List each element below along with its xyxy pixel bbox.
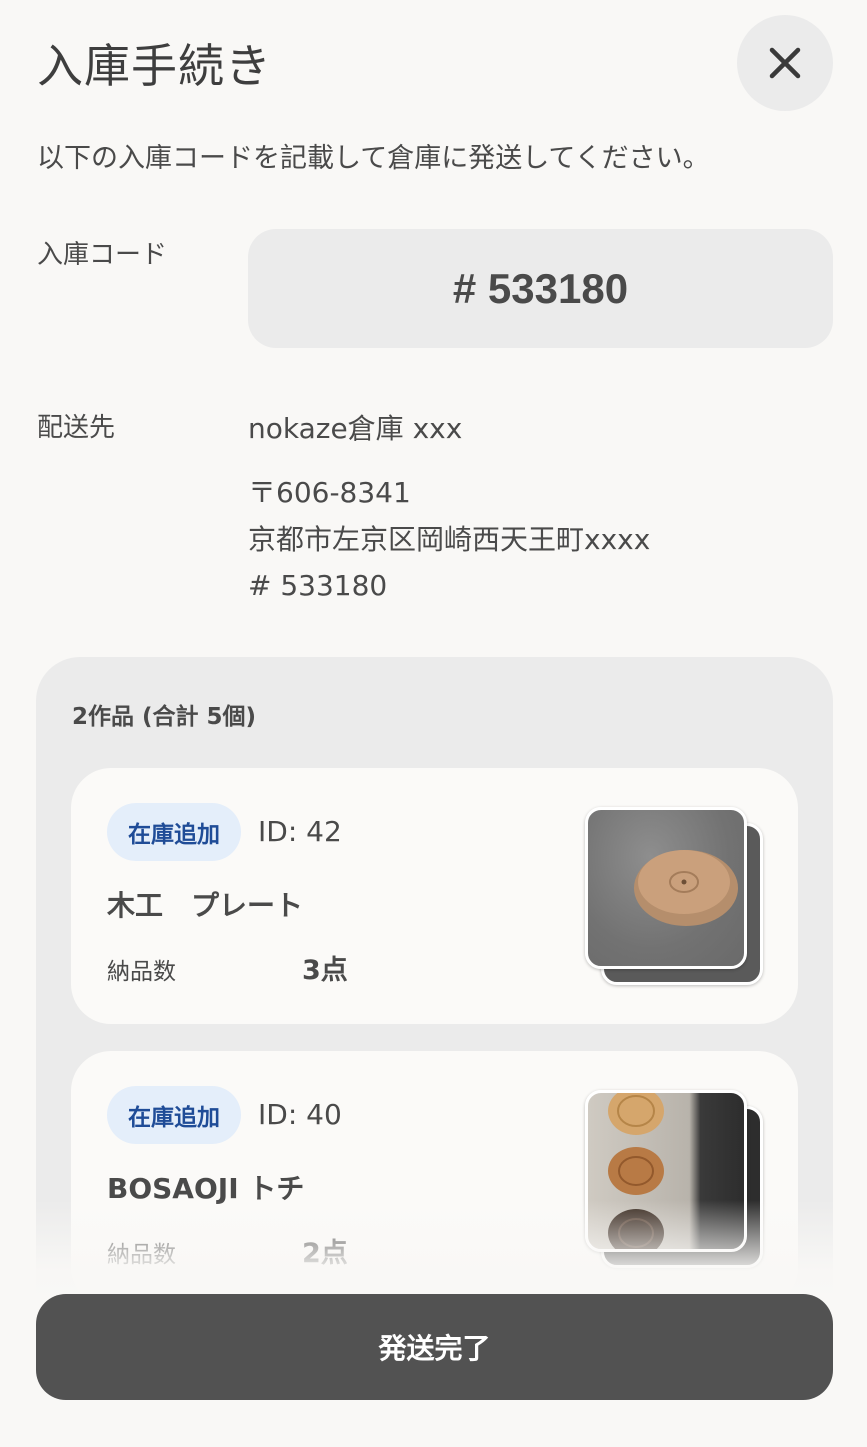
close-button[interactable] xyxy=(737,15,833,111)
code-value: # 533180 xyxy=(452,264,629,312)
status-badge: 在庫追加 xyxy=(107,803,241,861)
item-thumbnail-stack[interactable] xyxy=(585,1090,765,1270)
instruction-text: 以下の入庫コードを記載して倉庫に発送してください。 xyxy=(37,143,710,174)
quantity-value: 2点 xyxy=(302,1238,348,1269)
item-name: BOSAOJI トチ xyxy=(107,1172,305,1205)
items-summary: 2作品 (合計 5個) xyxy=(72,704,257,730)
code-label: 入庫コード xyxy=(37,240,168,270)
close-icon xyxy=(769,47,801,79)
status-badge: 在庫追加 xyxy=(107,1086,241,1144)
item-thumbnail-stack[interactable] xyxy=(585,807,765,987)
item-thumbnail xyxy=(585,1090,747,1252)
wooden-bowls-image xyxy=(608,1093,664,1249)
item-card[interactable]: 在庫追加 ID: 42 木工 プレート 納品数 3点 xyxy=(71,768,798,1024)
destination-label: 配送先 xyxy=(37,413,116,443)
quantity-label: 納品数 xyxy=(107,1242,176,1268)
destination-postal: 〒606-8341 xyxy=(248,476,411,509)
item-card[interactable]: 在庫追加 ID: 40 BOSAOJI トチ 納品数 2点 xyxy=(71,1051,798,1307)
code-box: # 533180 xyxy=(248,229,833,348)
items-panel: 2作品 (合計 5個) 在庫追加 ID: 42 木工 プレート 納品数 3点 在… xyxy=(36,657,833,1307)
item-id: ID: 42 xyxy=(258,815,342,848)
wooden-plate-image xyxy=(634,850,738,926)
page-title: 入庫手続き xyxy=(37,39,272,93)
destination-address-block: 〒606-8341 京都市左京区岡崎西天王町xxxx # 533180 xyxy=(248,470,650,610)
item-name: 木工 プレート xyxy=(107,889,304,922)
destination-name: nokaze倉庫 xxx xyxy=(248,412,463,445)
item-thumbnail xyxy=(585,807,747,969)
destination-code: # 533180 xyxy=(248,569,388,602)
item-id: ID: 40 xyxy=(258,1098,342,1131)
destination-address: 京都市左京区岡崎西天王町xxxx xyxy=(248,522,651,556)
quantity-label: 納品数 xyxy=(107,959,176,985)
quantity-value: 3点 xyxy=(302,955,348,986)
submit-button[interactable]: 発送完了 xyxy=(36,1294,833,1400)
